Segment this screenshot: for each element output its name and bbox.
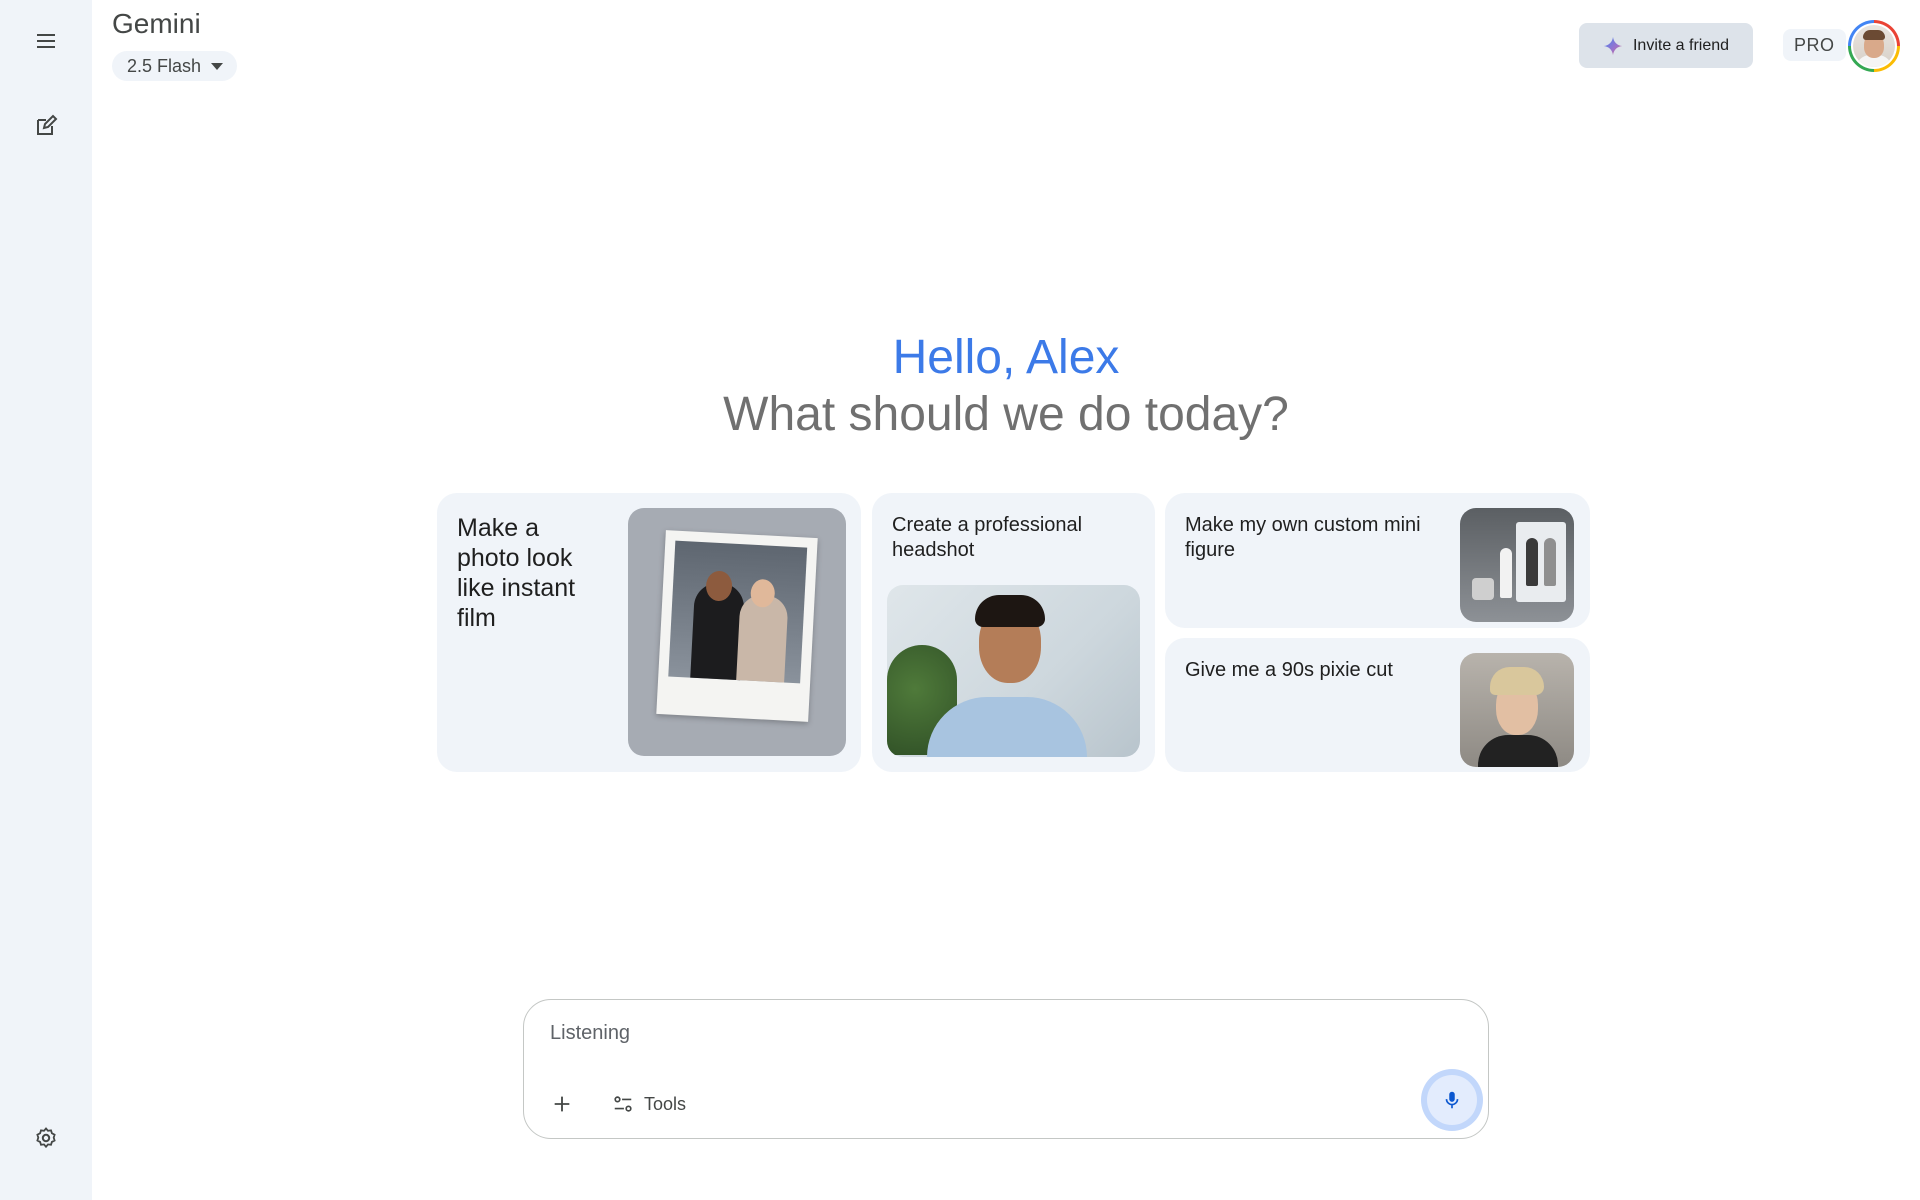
- caret-down-icon: [211, 62, 224, 70]
- suggestion-card-label: Give me a 90s pixie cut: [1185, 659, 1393, 681]
- suggestion-card-mini-figure[interactable]: Make my own custom mini figure: [1165, 493, 1590, 628]
- pro-badge: PRO: [1783, 29, 1846, 61]
- greeting: Hello, Alex What should we do today?: [92, 328, 1920, 442]
- new-chat-icon: [37, 114, 58, 135]
- model-label: 2.5 Flash: [127, 55, 202, 76]
- suggestion-card-headshot[interactable]: Create a professional headshot: [872, 493, 1155, 772]
- headshot-photo-image: [887, 585, 1140, 757]
- suggestion-card-label: Make my own custom mini figure: [1185, 514, 1421, 561]
- suggestion-card-instant-film[interactable]: Make a photo look like instant film: [437, 493, 861, 772]
- add-attachment-button[interactable]: [542, 1084, 582, 1124]
- plus-icon: [554, 1096, 570, 1112]
- invite-friend-button[interactable]: Invite a friend: [1579, 23, 1753, 68]
- pixie-cut-photo-image: [1460, 653, 1574, 767]
- mini-figure-photo-image: [1460, 508, 1574, 622]
- avatar: [1851, 23, 1897, 69]
- microphone-icon: [1445, 1091, 1459, 1109]
- microphone-button[interactable]: [1421, 1069, 1483, 1131]
- menu-icon: [37, 34, 55, 48]
- sparkle-icon: [1603, 36, 1623, 55]
- new-chat-button[interactable]: [22, 102, 70, 150]
- avatar-image: [1853, 25, 1895, 67]
- settings-button[interactable]: [22, 1114, 70, 1162]
- side-rail: [0, 0, 92, 1200]
- app-title: Gemini: [112, 8, 201, 39]
- tools-button[interactable]: Tools: [602, 1084, 696, 1124]
- invite-friend-label: Invite a friend: [1632, 36, 1730, 54]
- suggestion-card-label: Create a professional headshot: [892, 514, 1083, 561]
- tools-icon: [614, 1096, 632, 1112]
- main-menu-button[interactable]: [22, 17, 70, 65]
- settings-icon: [36, 1127, 56, 1149]
- greeting-hello: Hello, Alex: [892, 331, 1120, 384]
- model-selector[interactable]: 2.5 Flash: [112, 51, 238, 81]
- tools-label: Tools: [644, 1093, 687, 1114]
- prompt-input[interactable]: [550, 1022, 1350, 1045]
- polaroid-photo-image: [628, 508, 846, 756]
- account-avatar-button[interactable]: [1848, 20, 1900, 72]
- prompt-composer: Tools: [523, 999, 1489, 1139]
- suggestion-card-pixie-cut[interactable]: Give me a 90s pixie cut: [1165, 638, 1590, 772]
- greeting-subtitle: What should we do today?: [723, 388, 1289, 441]
- suggestion-card-label: Make a photo look like instant film: [457, 514, 576, 632]
